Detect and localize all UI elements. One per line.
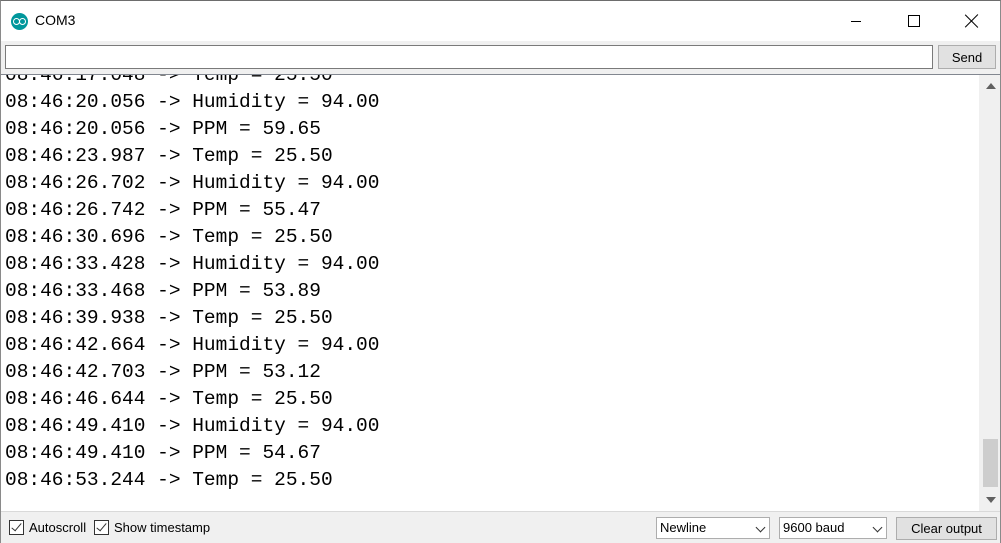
output-line: 08:46:26.742 -> PPM = 55.47 (5, 199, 321, 221)
arrow-up-icon (985, 82, 996, 89)
close-icon (965, 14, 979, 28)
window-title: COM3 (35, 12, 76, 28)
close-button[interactable] (943, 1, 1001, 41)
chevron-down-icon (755, 522, 766, 533)
maximize-button[interactable] (885, 1, 943, 41)
arrow-down-icon (985, 496, 996, 503)
output-line: 08:46:39.938 -> Temp = 25.50 (5, 307, 333, 329)
line-ending-value: Newline (660, 520, 707, 535)
minimize-button[interactable] (827, 1, 885, 41)
send-toolbar: Send (1, 41, 1000, 74)
baud-rate-value: 9600 baud (783, 520, 845, 535)
output-line: 08:46:42.703 -> PPM = 53.12 (5, 361, 321, 383)
chevron-down-icon (872, 522, 883, 533)
output-line: 08:46:46.644 -> Temp = 25.50 (5, 388, 333, 410)
scroll-down-button[interactable] (980, 491, 1000, 508)
minimize-icon (851, 20, 861, 22)
output-line: 08:46:33.428 -> Humidity = 94.00 (5, 253, 380, 275)
title-bar[interactable]: COM3 (1, 1, 1000, 41)
maximize-icon (908, 15, 920, 27)
scroll-up-button[interactable] (980, 77, 1000, 94)
output-line: 08:46:20.056 -> Humidity = 94.00 (5, 91, 380, 113)
autoscroll-checkbox[interactable] (9, 520, 24, 535)
output-line: 08:46:30.696 -> Temp = 25.50 (5, 226, 333, 248)
output-line: 08:46:23.987 -> Temp = 25.50 (5, 145, 333, 167)
send-input[interactable] (5, 45, 933, 69)
vertical-scrollbar[interactable] (979, 75, 1000, 511)
show-timestamp-label[interactable]: Show timestamp (114, 520, 210, 535)
output-line: 08:46:53.244 -> Temp = 25.50 (5, 469, 333, 491)
output-line-partial: 08:46:17.048 -> Temp = 25.50 (5, 74, 333, 86)
output-line: 08:46:42.664 -> Humidity = 94.00 (5, 334, 380, 356)
arduino-icon (11, 13, 28, 30)
show-timestamp-checkbox[interactable] (94, 520, 109, 535)
output-line: 08:46:26.702 -> Humidity = 94.00 (5, 172, 380, 194)
baud-rate-select[interactable]: 9600 baud (779, 517, 887, 539)
output-lines: 08:46:17.048 -> Temp = 25.50 08:46:20.05… (5, 74, 380, 494)
output-line: 08:46:49.410 -> PPM = 54.67 (5, 442, 321, 464)
output-line: 08:46:33.468 -> PPM = 53.89 (5, 280, 321, 302)
clear-output-button[interactable]: Clear output (896, 517, 997, 540)
output-line: 08:46:49.410 -> Humidity = 94.00 (5, 415, 380, 437)
status-bar: Autoscroll Show timestamp Newline 9600 b… (1, 511, 1000, 543)
serial-output[interactable]: 08:46:17.048 -> Temp = 25.50 08:46:20.05… (1, 74, 1000, 511)
send-button[interactable]: Send (938, 45, 996, 69)
output-line: 08:46:20.056 -> PPM = 59.65 (5, 118, 321, 140)
autoscroll-label[interactable]: Autoscroll (29, 520, 86, 535)
serial-monitor-window: COM3 Send 08:46:17.048 -> Temp = 25.50 0… (0, 0, 1001, 543)
line-ending-select[interactable]: Newline (656, 517, 770, 539)
scroll-thumb[interactable] (983, 439, 998, 487)
